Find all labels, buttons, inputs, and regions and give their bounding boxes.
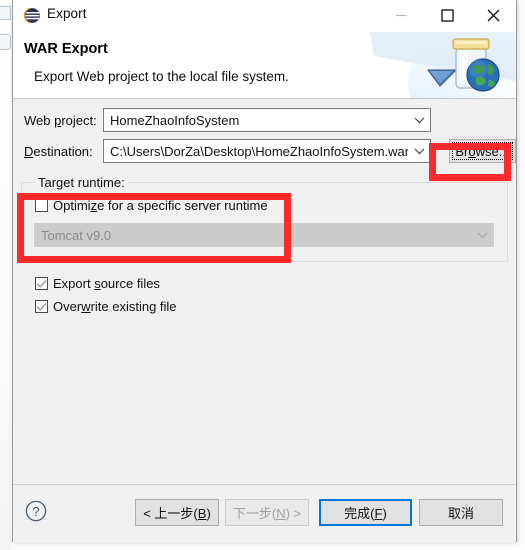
- runtime-combo-value: Tomcat v9.0: [41, 227, 112, 243]
- cancel-button[interactable]: 取消: [419, 499, 503, 526]
- back-button[interactable]: < 上一步(B): [135, 499, 219, 526]
- overwrite-existing-file-checkbox[interactable]: Overwrite existing file: [35, 299, 177, 314]
- svg-text:?: ?: [32, 504, 39, 519]
- web-project-combo[interactable]: HomeZhaoInfoSystem: [103, 108, 431, 132]
- maximize-button[interactable]: [424, 0, 470, 30]
- chevron-down-icon: [471, 224, 493, 246]
- background-panel: [0, 0, 11, 550]
- destination-label: Destination:: [24, 144, 93, 159]
- chevron-down-icon[interactable]: [408, 140, 430, 162]
- chevron-down-icon[interactable]: [408, 109, 430, 131]
- help-icon[interactable]: ?: [25, 500, 47, 527]
- background-toolbar-icon: [0, 6, 11, 20]
- eclipse-icon: [23, 7, 40, 24]
- banner-title: WAR Export: [24, 41, 108, 57]
- optimize-runtime-checkbox[interactable]: Optimize for a specific server runtime: [35, 198, 268, 213]
- web-project-value: HomeZhaoInfoSystem: [110, 112, 240, 128]
- dialog-content: Web project: HomeZhaoInfoSystem Destinat…: [13, 99, 516, 485]
- banner-description: Export Web project to the local file sys…: [34, 69, 289, 84]
- browse-button[interactable]: Browse...: [449, 139, 516, 163]
- minimize-icon: [396, 15, 406, 17]
- destination-value: C:\Users\DorZa\Desktop\HomeZhaoInfoSyste…: [110, 143, 409, 159]
- overwrite-existing-file-label: Overwrite existing file: [53, 299, 177, 314]
- target-runtime-legend: Target runtime:: [35, 175, 128, 190]
- finish-button-label: 完成(F): [344, 506, 387, 521]
- export-dialog: Export WAR Export Export Web project to …: [12, 0, 517, 543]
- target-runtime-group: [21, 182, 508, 262]
- next-button-label: 下一步(N) >: [232, 506, 302, 521]
- dialog-footer: ? < 上一步(B) 下一步(N) > 完成(F) 取消: [13, 485, 516, 543]
- web-project-label: Web project:: [24, 113, 97, 128]
- maximize-icon: [440, 8, 454, 22]
- checkbox-box[interactable]: [35, 199, 48, 212]
- export-source-files-label: Export source files: [53, 276, 160, 291]
- checkbox-box[interactable]: [35, 300, 48, 313]
- war-jar-globe-icon: [426, 34, 504, 96]
- finish-button[interactable]: 完成(F): [319, 499, 412, 526]
- minimize-button[interactable]: [378, 0, 424, 30]
- wizard-banner: WAR Export Export Web project to the loc…: [13, 32, 516, 99]
- browse-button-label: Browse...: [455, 143, 510, 159]
- optimize-runtime-label: Optimize for a specific server runtime: [53, 198, 268, 213]
- destination-combo[interactable]: C:\Users\DorZa\Desktop\HomeZhaoInfoSyste…: [103, 139, 431, 163]
- window-title: Export: [47, 6, 87, 21]
- background-toolbar-icon: [0, 34, 11, 50]
- checkbox-box[interactable]: [35, 277, 48, 290]
- title-bar: Export: [13, 0, 516, 32]
- close-icon: [487, 9, 499, 21]
- next-button: 下一步(N) >: [225, 499, 309, 526]
- export-source-files-checkbox[interactable]: Export source files: [35, 276, 160, 291]
- runtime-combo: Tomcat v9.0: [34, 223, 494, 247]
- back-button-label: < 上一步(B): [143, 506, 211, 521]
- close-button[interactable]: [470, 0, 516, 30]
